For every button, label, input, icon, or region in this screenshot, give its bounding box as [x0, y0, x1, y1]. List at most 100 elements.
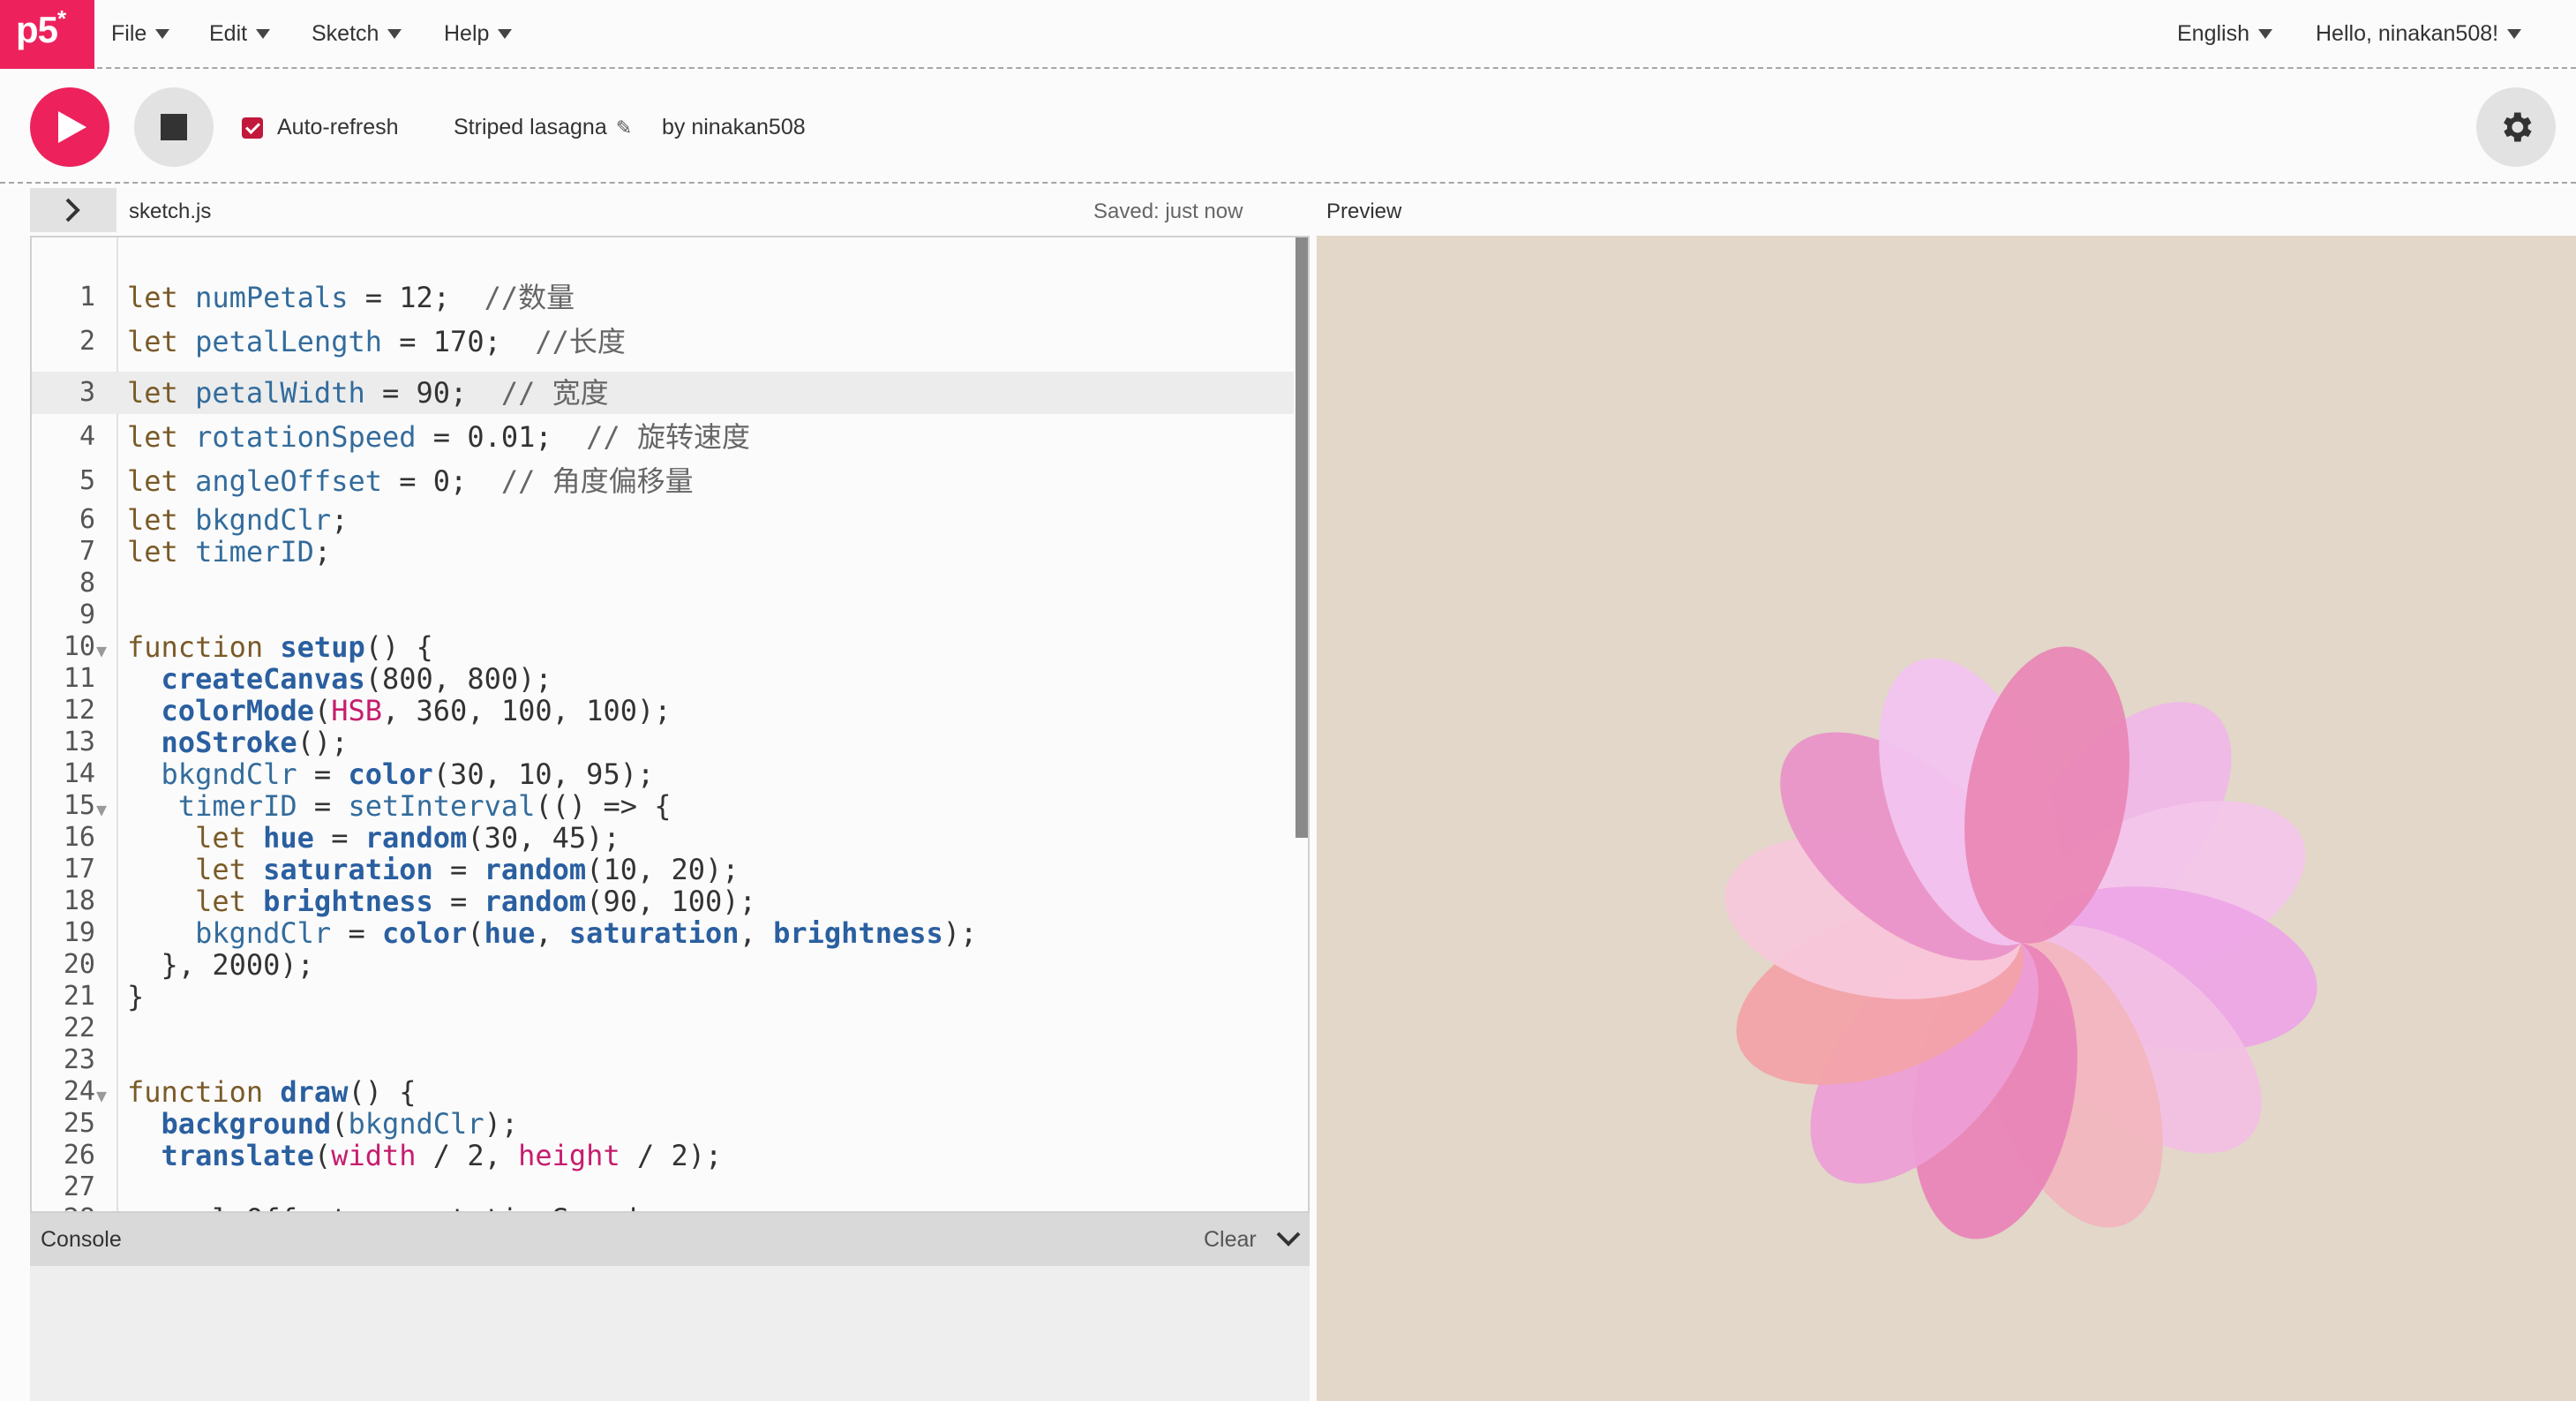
file-name[interactable]: sketch.js [129, 200, 211, 224]
fold-arrow-icon[interactable]: ▼ [96, 794, 107, 825]
menu-file[interactable]: File [111, 0, 170, 67]
variable: timerID [195, 535, 314, 569]
code-text: (30, 45); [467, 821, 620, 855]
language-menu[interactable]: English [2177, 0, 2272, 67]
code-line[interactable]: 24 ▼ function draw() { [32, 1076, 1294, 1108]
code-line[interactable]: 16 let hue = random(30, 45); [32, 822, 1294, 854]
code-line[interactable]: 13 noStroke(); [32, 727, 1294, 758]
code-line[interactable]: 25 background(bkgndClr); [32, 1108, 1294, 1140]
menu-help[interactable]: Help [444, 0, 513, 67]
line-number: 25 [63, 1108, 95, 1139]
variable: timerID [177, 789, 297, 823]
fold-arrow-icon[interactable]: ▼ [96, 635, 107, 667]
keyword: let [127, 885, 264, 918]
settings-button[interactable] [2476, 87, 2556, 167]
code-line[interactable]: 11 createCanvas(800, 800); [32, 663, 1294, 695]
code-text: }, 2000); [127, 948, 314, 982]
comment: // 旋转速度 [586, 420, 750, 454]
code-text: = [297, 757, 349, 791]
code-line[interactable]: 27 [32, 1171, 1294, 1203]
chevron-down-icon[interactable] [1276, 1231, 1301, 1248]
chevron-down-icon [256, 28, 271, 39]
pencil-icon[interactable]: ✎ [616, 117, 632, 139]
play-button[interactable] [30, 87, 109, 167]
menu-sketch[interactable]: Sketch [312, 0, 402, 67]
code-line[interactable]: 22 [32, 1013, 1294, 1044]
stop-button[interactable] [134, 87, 214, 167]
gear-icon [2504, 112, 2532, 142]
code-editor[interactable]: 1 let numPetals = 12; //数量 2 let petalLeng… [30, 236, 1310, 1213]
line-number: 8 [79, 568, 95, 599]
user-greeting: Hello, ninakan508! [2316, 20, 2499, 46]
code-line[interactable]: 10 ▼ function setup() { [32, 631, 1294, 663]
function-name: background [161, 1107, 332, 1141]
code-line[interactable]: 5 let angleOffset = 0; // 角度偏移量 [32, 465, 1294, 497]
function-name: draw [280, 1075, 349, 1109]
code-line[interactable]: 18 let brightness = random(90, 100); [32, 885, 1294, 917]
collapse-sidebar-button[interactable] [30, 188, 116, 232]
line-number: 17 [63, 854, 95, 885]
menu-sketch-label: Sketch [312, 20, 379, 46]
constant: height [518, 1139, 620, 1172]
function-name: random [364, 821, 468, 855]
user-menu[interactable]: Hello, ninakan508! [2316, 0, 2522, 67]
auto-refresh-toggle[interactable]: Auto-refresh [242, 115, 399, 140]
code-text: = 12; [348, 281, 484, 314]
p5-logo[interactable]: p5* [0, 0, 94, 69]
line-number: 24 [63, 1076, 95, 1107]
code-line[interactable]: 17 let saturation = random(10, 20); [32, 854, 1294, 885]
code-line[interactable]: 6 let bkgndClr; [32, 504, 1294, 536]
line-number: 4 [79, 421, 95, 452]
line-number: 18 [63, 885, 95, 916]
language-label: English [2177, 20, 2249, 46]
code-line[interactable]: 28 angleOffset += rotationSpeed; [32, 1203, 1294, 1211]
line-number: 19 [63, 917, 95, 948]
line-number: 13 [63, 727, 95, 757]
code-line[interactable]: 26 translate(width / 2, height / 2); [32, 1140, 1294, 1171]
code-line[interactable]: 1 let numPetals = 12; //数量 [32, 282, 1294, 313]
variable: brightness [263, 885, 433, 918]
keyword: let [127, 325, 196, 358]
sketch-owner[interactable]: by ninakan508 [662, 115, 806, 140]
editor-scrollbar[interactable] [1296, 237, 1308, 838]
code-text: , [739, 916, 774, 950]
chevron-down-icon [387, 28, 402, 39]
code-line[interactable]: 2 let petalLength = 170; //长度 [32, 326, 1294, 358]
keyword: let [127, 376, 196, 410]
code-line[interactable]: 8 [32, 568, 1294, 599]
console-output [30, 1266, 1310, 1401]
menu-edit[interactable]: Edit [209, 0, 271, 67]
keyword: let [127, 535, 196, 569]
function-name: color [348, 757, 433, 791]
auto-refresh-checkbox[interactable] [242, 117, 263, 139]
function-name: color [381, 916, 468, 950]
code-line[interactable]: 9 [32, 599, 1294, 631]
flower-canvas[interactable] [1317, 236, 2576, 1401]
play-icon [58, 111, 86, 143]
function-name: createCanvas [161, 662, 365, 696]
top-nav: p5* File Edit Sketch Help English Hello,… [0, 0, 2576, 69]
comment: // 角度偏移量 [500, 464, 694, 498]
code-line[interactable]: 12 colorMode(HSB, 360, 100, 100); [32, 695, 1294, 727]
code-line[interactable]: 3 let petalWidth = 90; // 宽度 [32, 377, 1294, 409]
code-line[interactable]: 20 }, 2000); [32, 949, 1294, 981]
code-line[interactable]: 19 bkgndClr = color(hue, saturation, bri… [32, 917, 1294, 949]
code-line[interactable]: 4 let rotationSpeed = 0.01; // 旋转速度 [32, 421, 1294, 453]
code-line[interactable]: 15 ▼ timerID = setInterval(() => { [32, 790, 1294, 822]
function-name: random [484, 853, 587, 886]
code-text: = [313, 821, 365, 855]
menu-file-label: File [111, 20, 147, 46]
code-line[interactable]: 14 bkgndClr = color(30, 10, 95); [32, 758, 1294, 790]
fold-arrow-icon[interactable]: ▼ [96, 1080, 107, 1111]
code-line[interactable]: 23 [32, 1044, 1294, 1076]
code-text: (90, 100); [586, 885, 756, 918]
clear-console-button[interactable]: Clear [1204, 1227, 1257, 1253]
code-text: = 0.01; [416, 420, 587, 454]
sketch-name[interactable]: Striped lasagna ✎ [454, 115, 632, 140]
code-text: ; [331, 503, 349, 537]
variable: hue [484, 916, 536, 950]
code-line[interactable]: 21} [32, 981, 1294, 1013]
code-line[interactable]: 7 let timerID; [32, 536, 1294, 568]
